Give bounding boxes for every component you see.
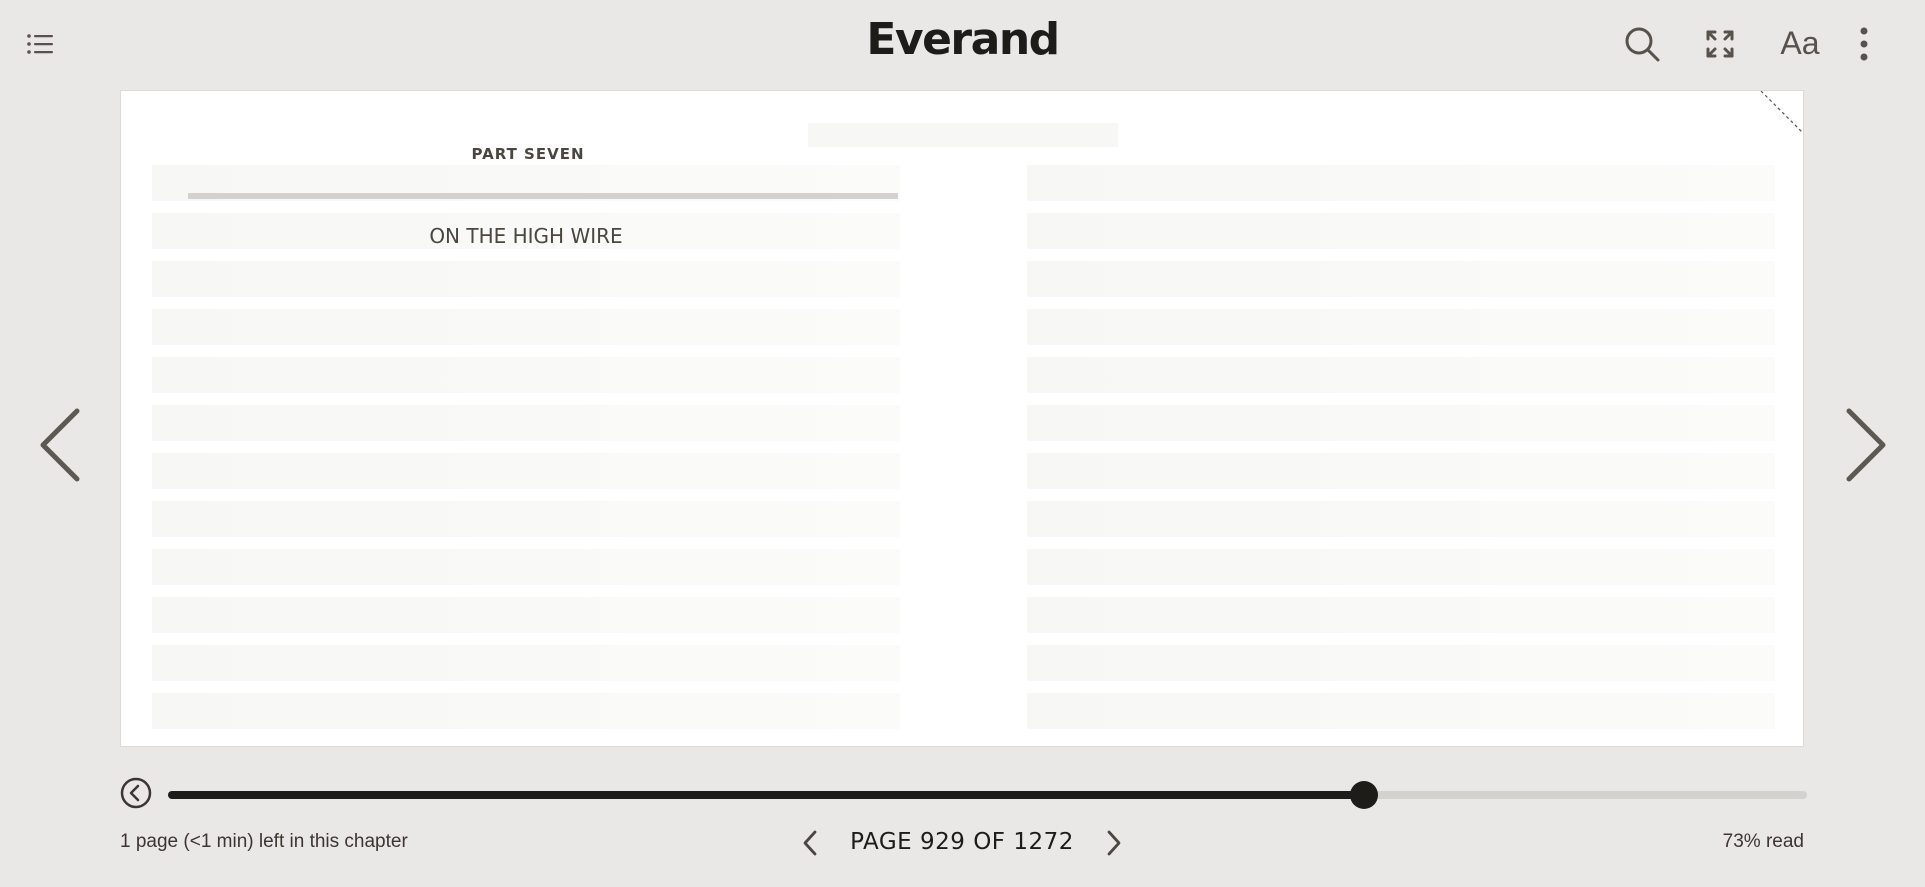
book-page-spread: PART SEVEN ON THE HIGH WIRE xyxy=(120,90,1804,747)
text-line-placeholder xyxy=(152,501,900,537)
text-settings-icon: Aa xyxy=(1780,24,1820,61)
text-line-placeholder xyxy=(152,261,900,297)
text-line-placeholder xyxy=(1027,501,1775,537)
chevron-right-icon xyxy=(1846,408,1886,482)
text-line-placeholder xyxy=(1027,645,1775,681)
search-button[interactable] xyxy=(1622,24,1662,64)
text-line-placeholder xyxy=(152,693,900,729)
chevron-left-icon xyxy=(40,408,80,482)
chevron-right-icon xyxy=(1107,830,1121,856)
chevron-left-icon xyxy=(803,830,817,856)
text-line-placeholder xyxy=(1027,597,1775,633)
text-line-placeholder xyxy=(1027,357,1775,393)
chapter-remaining-text: 1 page (<1 min) left in this chapter xyxy=(120,831,408,852)
text-line-placeholder xyxy=(152,549,900,585)
chapter-title: ON THE HIGH WIRE xyxy=(429,224,623,248)
text-line-placeholder xyxy=(1027,213,1775,249)
previous-page-button[interactable] xyxy=(30,405,90,485)
text-line-placeholder xyxy=(1027,165,1775,201)
text-line-placeholder xyxy=(152,645,900,681)
text-line-placeholder xyxy=(1027,693,1775,729)
text-line-placeholder xyxy=(1027,453,1775,489)
reader-toolbar: Everand Aa xyxy=(0,0,1925,90)
reading-progress-slider[interactable] xyxy=(168,781,1807,809)
text-line-placeholder xyxy=(1027,549,1775,585)
page-fold-corner[interactable] xyxy=(1753,91,1803,141)
part-label: PART SEVEN xyxy=(471,145,585,163)
more-vertical-icon xyxy=(1860,27,1868,61)
page-back-button[interactable] xyxy=(796,827,824,859)
text-line-placeholder xyxy=(152,453,900,489)
expand-icon xyxy=(1706,30,1734,58)
page-indicator: PAGE 929 OF 1272 xyxy=(850,829,1074,855)
decorative-rule xyxy=(188,193,898,199)
progress-thumb[interactable] xyxy=(1350,781,1379,809)
percent-read-text: 73% read xyxy=(1722,831,1804,852)
text-line-placeholder xyxy=(152,357,900,393)
text-line-placeholder xyxy=(1027,405,1775,441)
page-forward-button[interactable] xyxy=(1100,827,1128,859)
text-line-placeholder xyxy=(1027,261,1775,297)
text-line-placeholder xyxy=(152,405,900,441)
running-header-placeholder xyxy=(808,123,1118,147)
text-line-placeholder xyxy=(152,309,900,345)
back-circle-icon xyxy=(120,777,152,809)
search-icon xyxy=(1625,27,1660,62)
back-to-position-button[interactable] xyxy=(120,777,152,809)
text-line-placeholder xyxy=(152,597,900,633)
progress-fill xyxy=(168,791,1365,799)
more-options-button[interactable] xyxy=(1848,24,1880,64)
fullscreen-button[interactable] xyxy=(1700,24,1740,64)
page-navigator: PAGE 929 OF 1272 xyxy=(796,823,1128,863)
text-settings-button[interactable]: Aa xyxy=(1776,20,1824,66)
next-page-button[interactable] xyxy=(1836,405,1896,485)
text-line-placeholder xyxy=(1027,309,1775,345)
